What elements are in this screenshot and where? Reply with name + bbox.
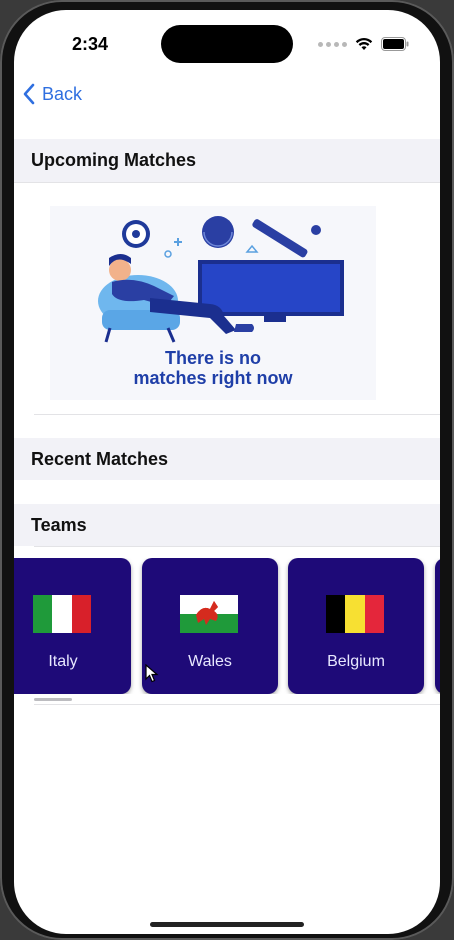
team-name: Belgium <box>327 653 385 670</box>
no-matches-line2: matches right now <box>133 368 293 388</box>
no-matches-illustration: There is no matches right now <box>50 206 376 400</box>
home-indicator[interactable] <box>150 922 304 927</box>
upcoming-matches-header: Upcoming Matches <box>14 139 440 182</box>
back-label: Back <box>42 83 83 104</box>
app-screen: 2:34 Back Upcoming Matches There is no m… <box>14 10 440 934</box>
divider <box>34 704 440 705</box>
horizontal-scroll-indicator[interactable] <box>34 698 72 701</box>
status-time: 2:34 <box>72 34 109 54</box>
italy-flag-icon <box>33 595 91 633</box>
team-card-belgium[interactable]: Belgium <box>288 558 424 694</box>
signal-dots-icon <box>318 41 347 47</box>
dynamic-island <box>161 25 293 63</box>
no-matches-graphic <box>98 216 344 343</box>
team-name: Italy <box>48 653 78 670</box>
team-name: Wales <box>188 653 232 670</box>
divider <box>34 546 440 547</box>
belgium-flag-icon <box>326 595 384 633</box>
team-card-wales[interactable]: Wales <box>142 558 278 694</box>
teams-header: Teams <box>14 504 440 546</box>
status-bar: 2:34 <box>14 10 440 70</box>
chevron-left-icon <box>23 83 35 105</box>
recent-matches-header: Recent Matches <box>14 438 440 480</box>
no-matches-line1: There is no <box>164 348 262 368</box>
teams-carousel[interactable]: Italy Wales Belgium <box>14 558 440 694</box>
no-matches-message: There is no matches right now <box>50 348 376 388</box>
device-frame: 2:34 Back Upcoming Matches There is no m… <box>0 0 454 940</box>
wales-flag-icon <box>180 595 238 633</box>
battery-icon <box>381 37 409 51</box>
divider <box>34 414 440 415</box>
divider <box>14 182 440 183</box>
team-card-partial[interactable] <box>435 558 440 694</box>
mouse-cursor-icon <box>145 664 159 683</box>
status-icons <box>318 36 409 52</box>
back-button[interactable]: Back <box>22 82 82 106</box>
team-card-italy[interactable]: Italy <box>14 558 131 694</box>
wifi-icon <box>355 38 373 50</box>
